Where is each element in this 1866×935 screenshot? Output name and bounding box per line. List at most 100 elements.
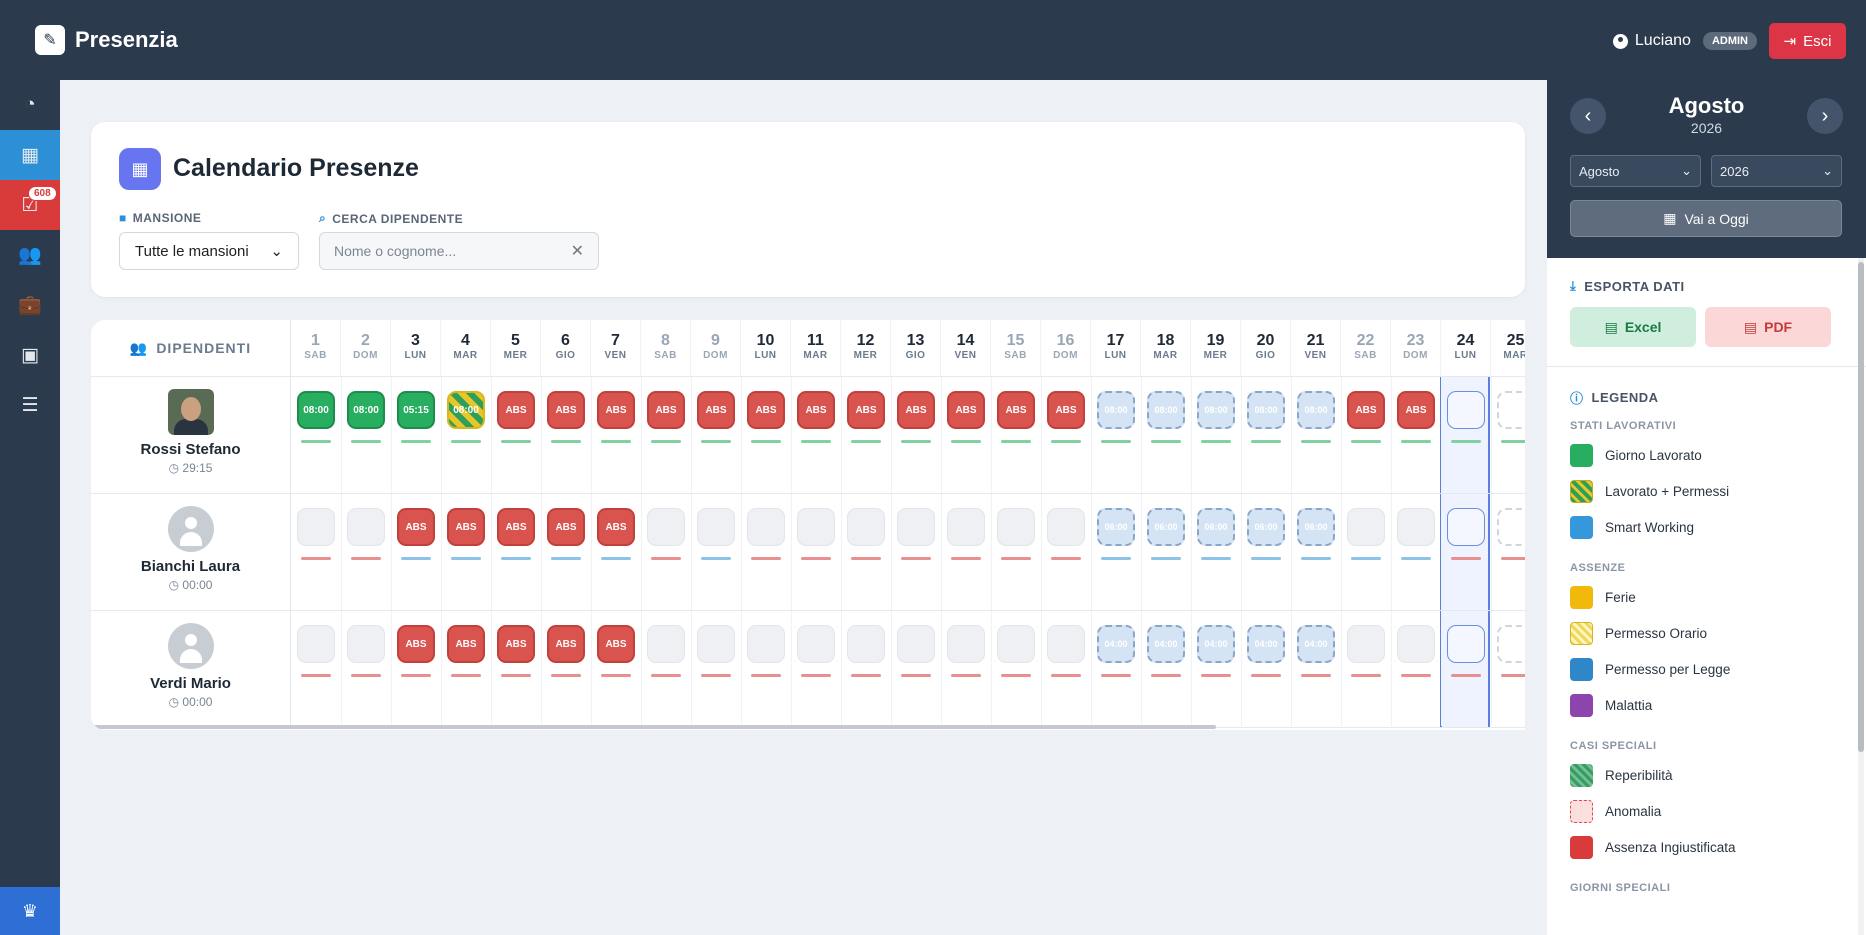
day-cell[interactable]: 04:00	[1147, 625, 1185, 663]
day-cell[interactable]	[1447, 391, 1485, 429]
scrollbar-thumb[interactable]	[1858, 262, 1864, 752]
day-cell[interactable]	[647, 508, 685, 546]
day-cell[interactable]: ABS	[547, 508, 585, 546]
day-cell[interactable]: ABS	[447, 625, 485, 663]
day-cell[interactable]	[897, 508, 935, 546]
day-cell[interactable]: ABS	[447, 508, 485, 546]
day-cell[interactable]: 05:15	[397, 391, 435, 429]
day-cell[interactable]: ABS	[547, 625, 585, 663]
day-cell[interactable]	[797, 625, 835, 663]
sidebar-item-approvals[interactable]: ☑ 608	[0, 180, 60, 230]
day-cell[interactable]	[347, 508, 385, 546]
day-cell[interactable]	[1447, 508, 1485, 546]
day-cell[interactable]	[697, 625, 735, 663]
day-cell[interactable]: ABS	[1397, 391, 1435, 429]
sidebar-item-premium[interactable]: ♛	[0, 887, 60, 935]
day-cell[interactable]	[847, 508, 885, 546]
day-cell[interactable]: ABS	[797, 391, 835, 429]
day-cell[interactable]: 08:00	[1147, 391, 1185, 429]
day-cell[interactable]	[997, 625, 1035, 663]
day-cell[interactable]: 04:00	[1097, 625, 1135, 663]
clear-search-icon[interactable]: ✕	[571, 241, 584, 261]
day-cell[interactable]: ABS	[547, 391, 585, 429]
day-cell[interactable]	[747, 508, 785, 546]
day-cell[interactable]	[747, 625, 785, 663]
export-excel-button[interactable]: ▤ Excel	[1570, 307, 1696, 347]
day-cell[interactable]: 08:00	[1247, 391, 1285, 429]
day-cell[interactable]: ABS	[597, 391, 635, 429]
logout-button[interactable]: ⇥ Esci	[1769, 23, 1846, 59]
day-cell[interactable]: 08:00	[1197, 391, 1235, 429]
day-cell[interactable]	[1347, 625, 1385, 663]
mansione-select[interactable]: Tutte le mansioni ⌄	[119, 232, 299, 270]
day-cell[interactable]: ABS	[1047, 391, 1085, 429]
employee-cell[interactable]: Rossi Stefano ◷ 29:15	[91, 377, 291, 494]
day-cell[interactable]: ABS	[497, 508, 535, 546]
panel-scrollbar[interactable]	[1858, 258, 1864, 935]
employee-cell[interactable]: Verdi Mario ◷ 00:00	[91, 611, 291, 728]
day-cell[interactable]	[1047, 508, 1085, 546]
day-cell[interactable]	[1047, 625, 1085, 663]
day-cell[interactable]: ABS	[497, 625, 535, 663]
day-cell[interactable]: ABS	[397, 508, 435, 546]
day-cell[interactable]: ABS	[947, 391, 985, 429]
day-cell[interactable]	[997, 508, 1035, 546]
day-cell[interactable]	[1397, 625, 1435, 663]
day-cell[interactable]: 06:00	[1097, 508, 1135, 546]
day-cell[interactable]: 06:00	[1247, 508, 1285, 546]
day-cell[interactable]	[297, 625, 335, 663]
employee-cell[interactable]: Bianchi Laura ◷ 00:00	[91, 494, 291, 611]
day-cell[interactable]	[1347, 508, 1385, 546]
day-cell[interactable]: 06:00	[1147, 508, 1185, 546]
day-cell[interactable]: 08:00	[297, 391, 335, 429]
day-cell[interactable]: ABS	[897, 391, 935, 429]
month-select[interactable]: Agosto ⌄	[1570, 155, 1701, 187]
day-cell[interactable]	[897, 625, 935, 663]
day-cell[interactable]: 04:00	[1197, 625, 1235, 663]
day-cell[interactable]: 08:00	[1297, 391, 1335, 429]
day-cell[interactable]	[847, 625, 885, 663]
sidebar-item-dashboard[interactable]: ◔	[0, 80, 60, 130]
day-cell[interactable]: 08:00	[447, 391, 485, 429]
day-cell[interactable]	[1447, 625, 1485, 663]
day-cell[interactable]: ABS	[997, 391, 1035, 429]
day-cell[interactable]	[647, 625, 685, 663]
day-cell[interactable]	[947, 508, 985, 546]
export-pdf-button[interactable]: ▤ PDF	[1705, 307, 1831, 347]
day-cell[interactable]	[1497, 391, 1525, 429]
today-button[interactable]: ▦ Vai a Oggi	[1570, 200, 1842, 237]
day-cell[interactable]	[1497, 508, 1525, 546]
day-cell[interactable]	[347, 625, 385, 663]
day-cell[interactable]: ABS	[647, 391, 685, 429]
day-cell[interactable]	[797, 508, 835, 546]
day-cell[interactable]: ABS	[497, 391, 535, 429]
sidebar-item-jobs[interactable]: 💼	[0, 280, 60, 330]
user-info[interactable]: Luciano	[1612, 32, 1691, 50]
app-logo[interactable]: ✎ Presenzia	[35, 25, 178, 55]
day-cell[interactable]: 08:00	[1097, 391, 1135, 429]
day-cell[interactable]	[697, 508, 735, 546]
sidebar-item-calendar[interactable]: ▦	[0, 130, 60, 180]
day-cell[interactable]	[1497, 625, 1525, 663]
day-cell[interactable]: 04:00	[1247, 625, 1285, 663]
day-cell[interactable]: ABS	[697, 391, 735, 429]
day-cell[interactable]: ABS	[397, 625, 435, 663]
employee-search-input[interactable]: Nome o cognome... ✕	[319, 232, 599, 270]
day-cell[interactable]	[297, 508, 335, 546]
day-cell[interactable]: 06:00	[1197, 508, 1235, 546]
day-cell[interactable]: 04:00	[1297, 625, 1335, 663]
sidebar-item-qr[interactable]: ▣	[0, 330, 60, 380]
day-cell[interactable]: 08:00	[347, 391, 385, 429]
day-cell[interactable]	[1397, 508, 1435, 546]
horizontal-scrollbar[interactable]	[91, 725, 1216, 729]
day-cell[interactable]: ABS	[597, 625, 635, 663]
year-select[interactable]: 2026 ⌄	[1711, 155, 1842, 187]
day-cell[interactable]: ABS	[1347, 391, 1385, 429]
day-cell[interactable]	[947, 625, 985, 663]
sidebar-item-employees[interactable]: 👥	[0, 230, 60, 280]
day-cell[interactable]: ABS	[597, 508, 635, 546]
sidebar-item-settings[interactable]: ☰	[0, 380, 60, 430]
day-cell[interactable]: ABS	[747, 391, 785, 429]
day-cell[interactable]: ABS	[847, 391, 885, 429]
day-cell[interactable]: 06:00	[1297, 508, 1335, 546]
